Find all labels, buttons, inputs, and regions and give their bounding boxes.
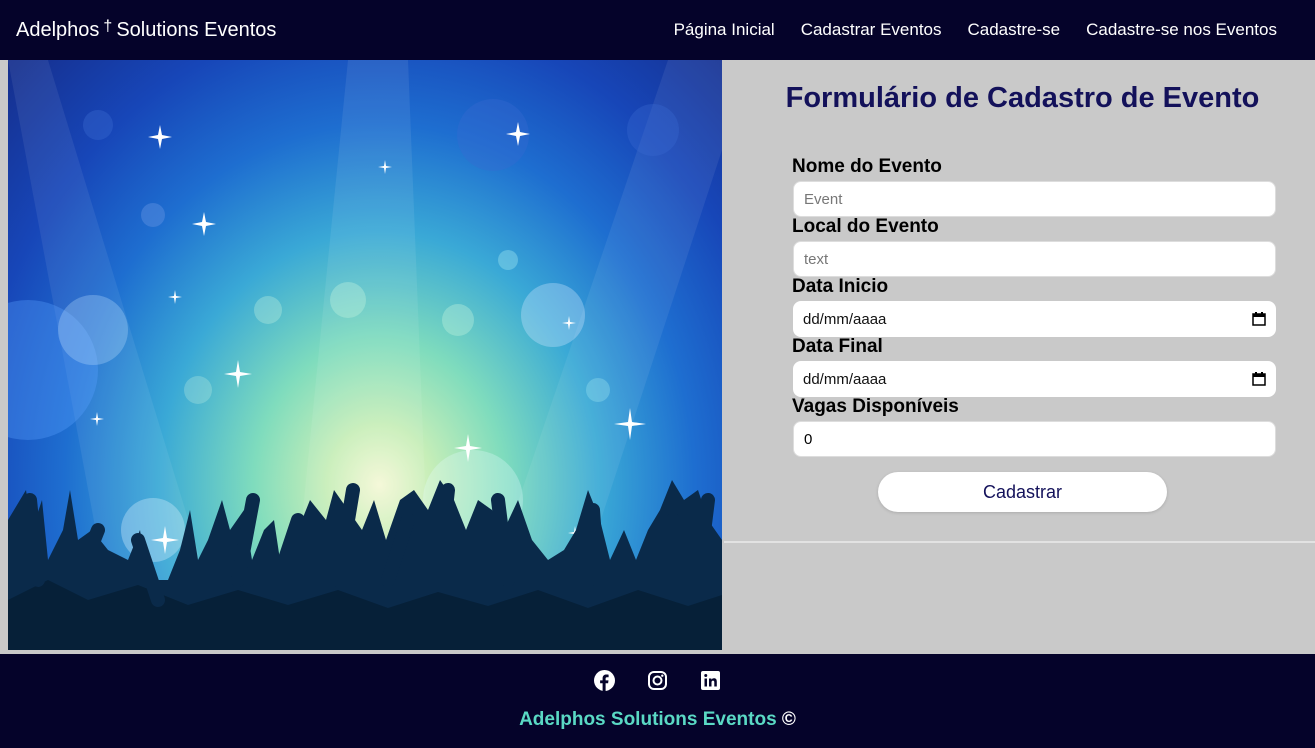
nav-link-home[interactable]: Página Inicial <box>674 20 775 40</box>
end-date-label: Data Final <box>792 336 883 357</box>
nav-links: Página Inicial Cadastrar Eventos Cadastr… <box>674 20 1299 40</box>
start-date-label: Data Inicio <box>792 276 889 297</box>
brand-name-rest: Solutions Eventos <box>116 18 277 41</box>
brand-logo[interactable]: Adelphos † Solutions Eventos <box>16 18 277 42</box>
end-date-value: dd/mm/aaaa <box>803 370 887 388</box>
event-form-panel: Formulário de Cadastro de Evento Nome do… <box>724 60 1315 543</box>
event-name-label: Nome do Evento <box>792 156 942 177</box>
copyright-symbol: © <box>781 709 796 730</box>
nav-link-sign-up[interactable]: Cadastre-se <box>968 20 1061 40</box>
calendar-icon[interactable] <box>1252 372 1266 386</box>
navbar: Adelphos † Solutions Eventos Página Inic… <box>0 0 1315 60</box>
available-spots-label: Vagas Disponíveis <box>792 396 959 417</box>
footer-brand: Adelphos Solutions Eventos <box>519 709 777 730</box>
social-links <box>0 670 1315 691</box>
start-date-input[interactable]: dd/mm/aaaa <box>793 301 1276 337</box>
start-date-value: dd/mm/aaaa <box>803 310 887 328</box>
footer-copyright: Adelphos Solutions Eventos © <box>0 709 1315 731</box>
instagram-icon[interactable] <box>647 670 668 691</box>
submit-button[interactable]: Cadastrar <box>878 472 1167 512</box>
nav-link-sign-up-events[interactable]: Cadastre-se nos Eventos <box>1086 20 1277 40</box>
linkedin-icon[interactable] <box>700 670 721 691</box>
cross-icon: † <box>103 18 113 35</box>
footer: Adelphos Solutions Eventos © <box>0 654 1315 748</box>
concert-hero-image <box>8 60 722 650</box>
end-date-input[interactable]: dd/mm/aaaa <box>793 361 1276 397</box>
event-name-input[interactable] <box>793 181 1276 217</box>
event-location-label: Local do Evento <box>792 216 939 237</box>
calendar-icon[interactable] <box>1252 312 1266 326</box>
available-spots-input[interactable] <box>793 421 1276 457</box>
facebook-icon[interactable] <box>594 670 615 691</box>
form-title: Formulário de Cadastro de Evento <box>785 82 1260 114</box>
brand-name: Adelphos <box>16 18 100 41</box>
nav-link-register-events[interactable]: Cadastrar Eventos <box>801 20 942 40</box>
event-location-input[interactable] <box>793 241 1276 277</box>
